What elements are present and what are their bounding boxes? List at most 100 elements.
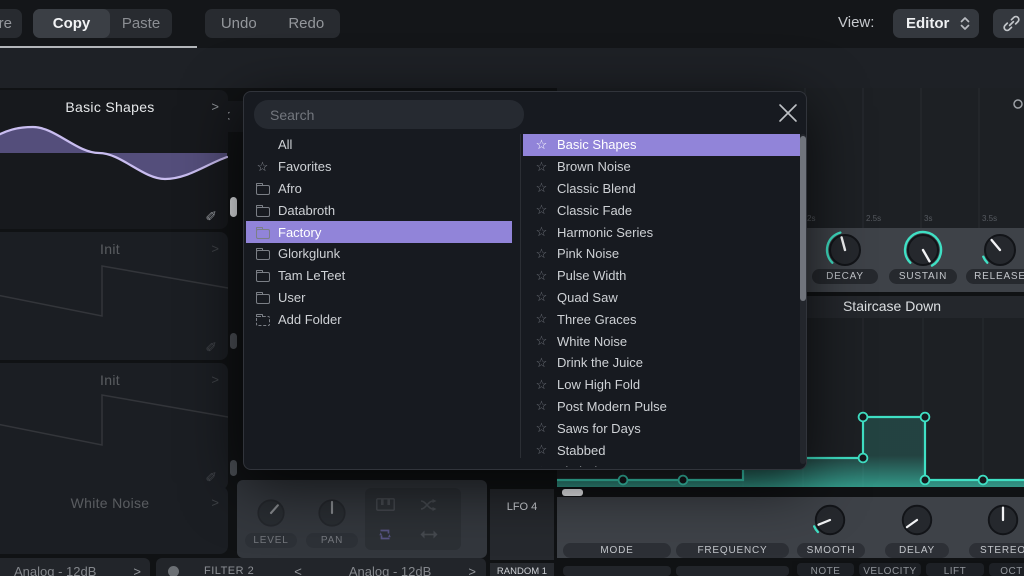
filter1-selector[interactable]: Analog - 12dB > — [0, 558, 150, 576]
folder-row[interactable]: Databroth — [246, 199, 512, 221]
preset-row-star-icon[interactable] — [534, 181, 549, 196]
osc2-panel[interactable]: Init > ✎ — [0, 232, 228, 360]
loop-icon[interactable] — [376, 527, 394, 542]
folder-list: All Favorites Afro Databroth Factory Glo… — [246, 134, 512, 334]
preset-row-star-icon[interactable] — [534, 268, 549, 283]
share-button-truncated[interactable]: re — [0, 9, 22, 38]
preset-row-star-icon[interactable] — [534, 312, 549, 327]
folder-row[interactable]: Glorkglunk — [246, 243, 512, 265]
preset-row-star-icon[interactable] — [534, 225, 549, 240]
preset-row-star-icon[interactable] — [534, 246, 549, 261]
filter2-power-toggle[interactable] — [168, 565, 179, 576]
preset-row[interactable]: Quad Saw — [523, 287, 800, 309]
undo-redo-group: Undo Redo — [205, 9, 340, 38]
preset-row[interactable]: Low High Fold — [523, 374, 800, 396]
folder-row[interactable]: All — [246, 134, 512, 156]
random-mode-box-partial[interactable] — [563, 566, 671, 576]
preset-row-star-icon[interactable] — [534, 203, 549, 218]
osc1-edit-pencil-icon[interactable]: ✎ — [204, 210, 221, 222]
preset-row-star-icon[interactable] — [534, 355, 549, 370]
osc3-saw-wave — [0, 394, 228, 446]
keyboard-track-icon[interactable] — [376, 498, 395, 511]
smooth-knob[interactable] — [811, 501, 849, 539]
preset-row-label: Pulse Width — [557, 268, 627, 284]
preset-row-star-icon[interactable] — [534, 399, 549, 414]
search-input[interactable] — [254, 100, 524, 129]
mod-tab-octnote[interactable]: OCT N — [989, 563, 1024, 576]
random1-tab[interactable]: RANDOM 1 — [490, 563, 554, 576]
redo-button[interactable]: Redo — [273, 15, 341, 32]
filter1-next-icon[interactable]: > — [133, 564, 141, 576]
preset-scrollbar-handle[interactable] — [800, 136, 806, 301]
list-divider — [520, 134, 521, 458]
mod-tab-lift[interactable]: LIFT — [926, 563, 984, 576]
env-tick-2-5s: 2.5s — [866, 214, 882, 223]
preset-row-star-icon[interactable] — [534, 290, 549, 305]
folder-row[interactable]: Tam LeTeet — [246, 265, 512, 287]
sampler-name[interactable]: White Noise — [0, 495, 228, 511]
folder-row[interactable]: Add Folder — [246, 308, 512, 330]
close-icon[interactable] — [776, 101, 800, 125]
folder-row[interactable]: User — [246, 287, 512, 309]
osc1-panel[interactable]: Basic Shapes > ✎ — [0, 90, 228, 229]
paste-button[interactable]: Paste — [110, 9, 172, 38]
preset-row-star-icon[interactable] — [534, 421, 549, 436]
preset-row-star-icon[interactable] — [534, 377, 549, 392]
stereo-knob[interactable] — [984, 501, 1022, 539]
level-knob[interactable] — [254, 496, 288, 530]
mod-tab-note[interactable]: NOTE — [797, 563, 854, 576]
osc3-panel[interactable]: Init > ✎ — [0, 363, 228, 490]
filter2-next-icon[interactable]: > — [468, 564, 476, 576]
preset-row-star-icon[interactable] — [534, 334, 549, 349]
shuffle-icon[interactable] — [420, 498, 438, 512]
folder-row[interactable]: Afro — [246, 178, 512, 200]
link-button[interactable] — [993, 9, 1024, 38]
random-frequency-box-partial[interactable] — [676, 566, 789, 576]
preset-row[interactable]: Stabbed — [523, 439, 800, 461]
osc2-scrollbar[interactable] — [230, 333, 237, 349]
preset-row-star-icon[interactable] — [534, 137, 549, 152]
preset-row[interactable]: Basic Shapes — [523, 134, 800, 156]
preset-row-star-icon[interactable] — [534, 443, 549, 458]
folder-row-icon — [255, 203, 270, 218]
preset-row[interactable]: Saws for Days — [523, 417, 800, 439]
release-knob[interactable] — [980, 230, 1020, 270]
folder-row-label: Glorkglunk — [278, 246, 341, 262]
preset-row[interactable]: Classic Fade — [523, 199, 800, 221]
filter2-value[interactable]: Analog - 12dB — [349, 564, 431, 576]
envelope-node[interactable] — [1013, 99, 1023, 109]
preset-row-star-icon[interactable] — [534, 159, 549, 174]
pan-knob[interactable] — [315, 496, 349, 530]
view-selector[interactable]: Editor — [893, 9, 979, 38]
preset-row[interactable]: Classic Blend — [523, 178, 800, 200]
decay-knob[interactable] — [825, 230, 865, 270]
preset-row[interactable]: Three Graces — [523, 308, 800, 330]
sampler-panel[interactable]: White Noise > — [0, 486, 228, 554]
undo-button[interactable]: Undo — [205, 15, 273, 32]
preset-row[interactable]: Post Modern Pulse — [523, 396, 800, 418]
folder-row[interactable]: Favorites — [246, 156, 512, 178]
folder-row[interactable]: Factory — [246, 221, 512, 243]
preset-row[interactable]: White Noise — [523, 330, 800, 352]
preset-row[interactable]: Harmonic Series — [523, 221, 800, 243]
osc2-edit-pencil-icon[interactable]: ✎ — [204, 341, 221, 353]
preset-row-star-icon[interactable] — [534, 464, 549, 467]
copy-button[interactable]: Copy — [33, 9, 110, 38]
filter2-prev-icon[interactable]: < — [294, 564, 302, 576]
lfo-phase-handle[interactable] — [562, 489, 583, 496]
preset-row[interactable]: Brown Noise — [523, 156, 800, 178]
preset-row[interactable]: Pink Noise — [523, 243, 800, 265]
preset-row[interactable]: Vital Sine 2 — [523, 461, 800, 467]
lfo4-tab[interactable]: LFO 4 — [490, 489, 554, 560]
arrows-horizontal-icon[interactable] — [420, 529, 438, 540]
osc1-scrollbar[interactable] — [230, 197, 237, 217]
preset-row[interactable]: Pulse Width — [523, 265, 800, 287]
folder-row-label: Afro — [278, 180, 302, 196]
preset-row[interactable]: Drink the Juice — [523, 352, 800, 374]
sustain-knob[interactable] — [903, 230, 943, 270]
sampler-next-icon[interactable]: > — [211, 495, 219, 510]
delay-knob[interactable] — [898, 501, 936, 539]
mod-tab-velocity[interactable]: VELOCITY — [859, 563, 921, 576]
osc3-scrollbar[interactable] — [230, 460, 237, 476]
osc3-edit-pencil-icon[interactable]: ✎ — [204, 471, 221, 483]
